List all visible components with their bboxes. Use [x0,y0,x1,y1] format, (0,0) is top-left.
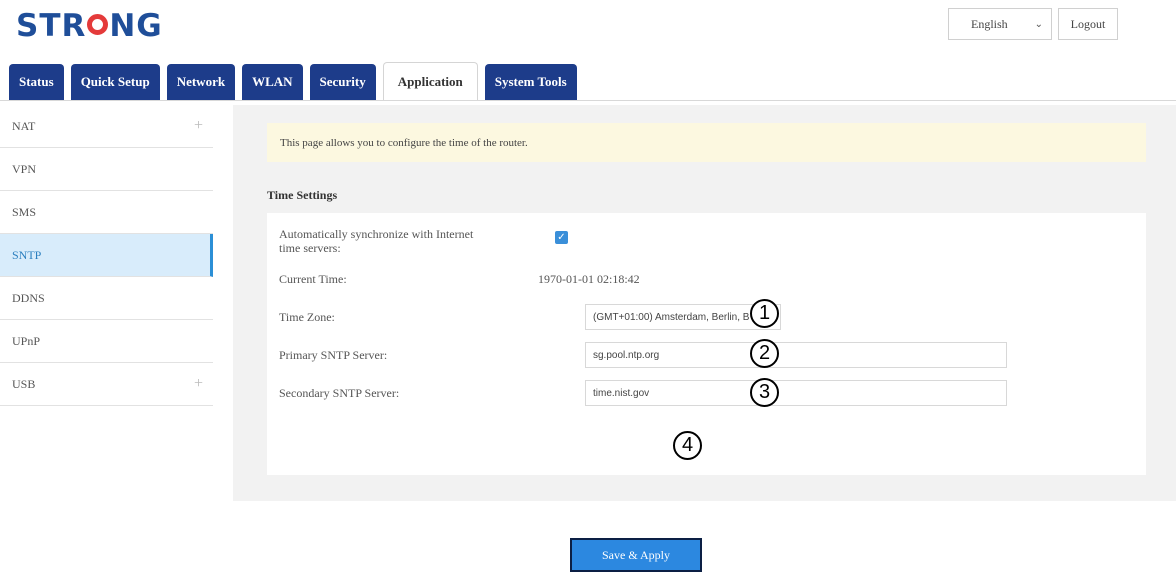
tab-quick-setup[interactable]: Quick Setup [70,64,160,100]
plus-icon: + [193,375,203,392]
strong-logo: STR NG [16,8,163,44]
language-value: English [971,16,1008,31]
auto-sync-checkbox[interactable]: ✓ [555,231,568,244]
checkmark-icon: ✓ [557,232,566,243]
auto-sync-label: Automatically synchronize with Internet … [279,227,474,255]
sidebar-item-ddns[interactable]: DDNS [0,277,213,320]
callout-3: 3 [750,378,779,407]
tab-divider [0,100,1176,101]
sidebar-item-upnp[interactable]: UPnP [0,320,213,363]
tab-wlan[interactable]: WLAN [242,64,303,100]
sidebar: NAT + VPN SMS SNTP DDNS UPnP USB + [0,105,213,406]
plus-icon: + [193,117,203,134]
primary-sntp-label: Primary SNTP Server: [279,348,388,362]
save-apply-button[interactable]: Save & Apply [570,538,702,572]
secondary-sntp-label: Secondary SNTP Server: [279,386,400,400]
tab-security[interactable]: Security [309,64,376,100]
sidebar-item-label: USB [12,376,36,391]
time-zone-label: Time Zone: [279,310,335,324]
sidebar-item-label: DDNS [12,290,45,305]
section-title: Time Settings [267,188,338,202]
current-time-label: Current Time: [279,272,347,286]
time-settings-panel: Automatically synchronize with Internet … [267,213,1146,572]
sidebar-item-label: SMS [12,204,37,219]
header-controls: English ⌄ Logout [948,8,1118,40]
sidebar-item-usb[interactable]: USB + [0,363,213,406]
tab-status[interactable]: Status [9,64,64,100]
sidebar-item-label: SNTP [12,247,42,262]
info-notice: This page allows you to configure the ti… [267,123,1146,162]
sidebar-item-label: VPN [12,161,37,176]
logo-o-ring [87,14,109,35]
callout-2: 2 [750,339,779,368]
callout-4: 4 [673,431,702,460]
sidebar-item-sntp[interactable]: SNTP [0,234,213,277]
sidebar-item-vpn[interactable]: VPN [0,148,213,191]
sidebar-item-sms[interactable]: SMS [0,191,213,234]
tab-application[interactable]: Application [382,62,478,100]
sidebar-item-label: NAT [12,118,36,133]
main-content: This page allows you to configure the ti… [233,105,1176,572]
language-select[interactable]: English ⌄ [948,8,1052,40]
primary-sntp-input[interactable]: sg.pool.ntp.org [585,342,1007,368]
chevron-down-icon: ⌄ [1034,18,1043,30]
tab-system-tools[interactable]: System Tools [484,64,577,100]
callout-1: 1 [750,299,779,328]
current-time-value: 1970-01-01 02:18:42 [538,272,640,286]
main-tabs: Status Quick Setup Network WLAN Security… [9,62,577,100]
logout-button[interactable]: Logout [1058,8,1118,40]
sidebar-item-label: UPnP [12,333,41,348]
secondary-sntp-input[interactable]: time.nist.gov [585,380,1007,406]
tab-network[interactable]: Network [166,64,236,100]
sidebar-item-nat[interactable]: NAT + [0,105,213,148]
